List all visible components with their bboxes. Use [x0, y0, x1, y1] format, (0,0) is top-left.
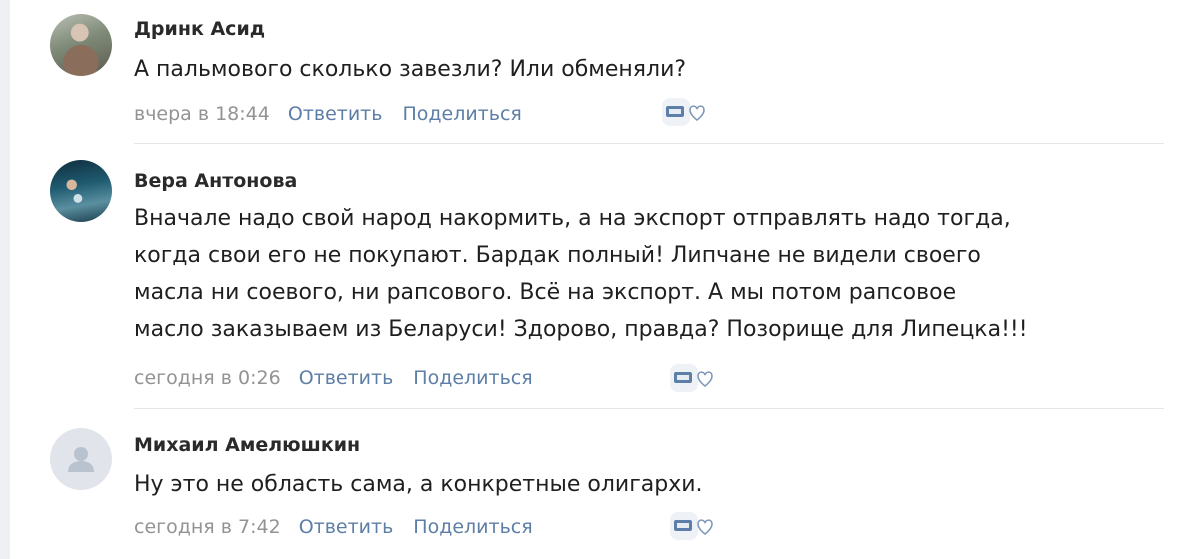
avatar[interactable]: [50, 14, 112, 76]
comment-date[interactable]: сегодня в 7:42: [134, 516, 281, 538]
comment-author[interactable]: Дринк Асид: [134, 18, 265, 40]
heart-icon: [670, 364, 713, 392]
share-button[interactable]: Поделиться: [413, 367, 532, 389]
comment: Вера Антонова Вначале надо свой народ на…: [0, 150, 1200, 408]
reply-button[interactable]: Ответить: [299, 516, 394, 538]
like-button[interactable]: [668, 362, 724, 402]
like-button[interactable]: [660, 96, 716, 136]
comment-text: Ну это не область сама, а конкретные оли…: [134, 466, 1184, 503]
comment-author[interactable]: Вера Антонова: [134, 170, 297, 192]
avatar[interactable]: [50, 428, 112, 490]
comment-author[interactable]: Михаил Амелюшкин: [134, 434, 360, 456]
like-button[interactable]: [668, 510, 724, 550]
reply-button[interactable]: Ответить: [288, 103, 383, 125]
reply-button[interactable]: Ответить: [299, 367, 394, 389]
comment-date[interactable]: сегодня в 0:26: [134, 367, 281, 389]
comment-text-line: масло заказываем из Беларуси! Здорово, п…: [134, 317, 1028, 342]
comment: Дринк Асид А пальмового сколько завезли?…: [0, 0, 1200, 150]
heart-icon: [670, 512, 713, 540]
comment-meta: вчера в 18:44 Ответить Поделиться: [134, 99, 542, 129]
avatar[interactable]: [50, 160, 112, 222]
comment-text-line: А пальмового сколько завезли? Или обменя…: [134, 57, 687, 82]
user-icon: [68, 447, 94, 472]
comment-meta: сегодня в 0:26 Ответить Поделиться: [134, 363, 553, 393]
comments-page: Дринк Асид А пальмового сколько завезли?…: [0, 0, 1200, 559]
share-button[interactable]: Поделиться: [402, 103, 521, 125]
comment-divider: [134, 143, 1164, 144]
comment-text-line: Ну это не область сама, а конкретные оли…: [134, 472, 703, 497]
comment-text: Вначале надо свой народ накормить, а на …: [134, 200, 1184, 348]
comment-text: А пальмового сколько завезли? Или обменя…: [134, 51, 1184, 88]
comment-divider: [134, 408, 1164, 409]
comment-meta: сегодня в 7:42 Ответить Поделиться: [134, 512, 553, 542]
comment: Михаил Амелюшкин Ну это не область сама,…: [0, 410, 1200, 559]
share-button[interactable]: Поделиться: [413, 516, 532, 538]
heart-icon: [662, 98, 705, 126]
comment-date[interactable]: вчера в 18:44: [134, 103, 270, 125]
comment-text-line: Вначале надо свой народ накормить, а на …: [134, 206, 1011, 231]
comment-text-line: масла ни соевого, ни рапсового. Всё на э…: [134, 280, 957, 305]
comment-text-line: когда свои его не покупают. Бардак полны…: [134, 243, 981, 268]
